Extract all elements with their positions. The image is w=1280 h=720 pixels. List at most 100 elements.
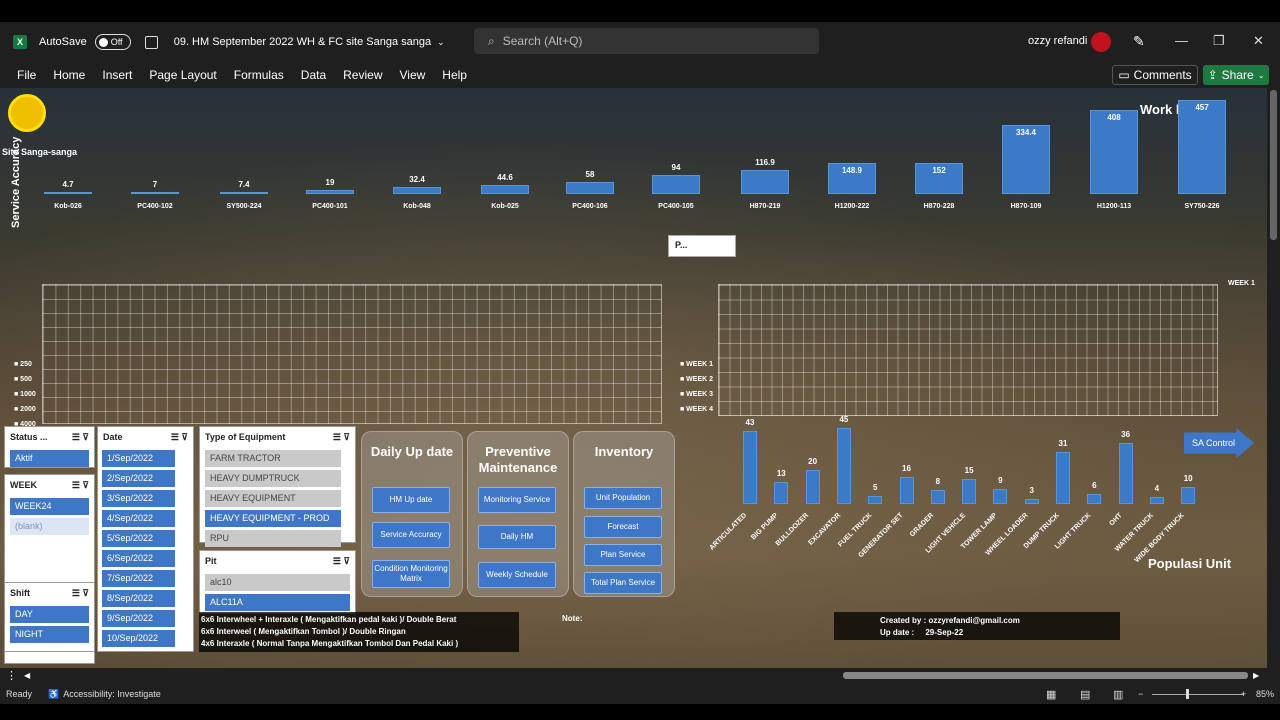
pen-icon[interactable]: ✎ [1133, 33, 1145, 50]
date-slicer[interactable]: Date ☰ ⊽ 1/Sep/2022 2/Sep/2022 3/Sep/2022 4/… [97, 426, 194, 652]
work-hours-category: Kob-025 [491, 203, 519, 210]
slicer-item[interactable]: NIGHT [10, 626, 89, 643]
populasi-bar [993, 488, 1008, 504]
filter-icon[interactable]: ☰ ⊽ [333, 556, 350, 567]
slicer-item[interactable]: 1/Sep/2022 [102, 450, 175, 467]
work-hours-bar [741, 169, 789, 194]
slicer-item[interactable]: WEEK24 [10, 498, 89, 515]
menu-file[interactable]: File [17, 68, 36, 82]
monitoring-service-button[interactable]: Monitoring Service [478, 487, 556, 513]
slicer-item[interactable]: HEAVY EQUIPMENT [205, 490, 341, 507]
autosave-label: AutoSave [39, 36, 87, 48]
populasi-bar [868, 495, 883, 504]
page-break-icon[interactable]: ▥ [1113, 688, 1123, 701]
scroll-thumb[interactable] [843, 672, 1248, 679]
slicer-item[interactable]: DAY [10, 606, 89, 623]
restore-icon[interactable]: ❐ [1213, 33, 1225, 49]
filter-icon[interactable]: ☰ ⊽ [72, 432, 89, 443]
zoom-in-icon[interactable]: + [1241, 689, 1246, 699]
slicer-item[interactable]: 5/Sep/2022 [102, 530, 175, 547]
weekly-schedule-button[interactable]: Weekly Schedule [478, 562, 556, 588]
type-slicer-header: Type of Equipment ☰ ⊽ [200, 427, 355, 447]
autosave-toggle[interactable]: Off [94, 34, 131, 50]
populasi-bar [930, 490, 945, 504]
work-hours-bar [306, 190, 354, 194]
save-icon[interactable] [144, 35, 158, 49]
pit-slicer[interactable]: Pit ☰ ⊽ alc10 ALC11A [199, 550, 356, 614]
zoom-level[interactable]: 85% [1256, 689, 1274, 699]
slicer-item[interactable]: Aktif [10, 450, 89, 467]
slicer-item[interactable]: alc10 [205, 574, 350, 591]
sa-row-label: ■ 250 [14, 361, 32, 368]
shift-slicer[interactable]: Shift ☰ ⊽ DAY NIGHT [4, 582, 95, 652]
minimize-icon[interactable]: — [1175, 33, 1188, 48]
up-date-label: Up date : [880, 628, 915, 637]
slicer-item[interactable]: 2/Sep/2022 [102, 470, 175, 487]
menu-review[interactable]: Review [343, 68, 382, 82]
zoom-slider[interactable] [1152, 694, 1244, 695]
user-name[interactable]: ozzy refandi [1028, 35, 1087, 47]
service-accuracy-button[interactable]: Service Accuracy [372, 522, 450, 548]
menu-page-layout[interactable]: Page Layout [149, 68, 216, 82]
scroll-right-icon[interactable]: ▶ [1253, 671, 1259, 680]
page-layout-icon[interactable]: ▤ [1080, 688, 1090, 701]
normal-view-icon[interactable]: ▦ [1046, 688, 1056, 701]
dashboard-sheet[interactable]: Site Sanga-sanga Work hours 4.7 Kob-026 7 P… [0, 88, 1267, 668]
search-box[interactable]: ⌕ Search (Alt+Q) [474, 28, 819, 54]
slicer-item[interactable]: 7/Sep/2022 [102, 570, 175, 587]
slicer-item[interactable]: RPU [205, 530, 341, 547]
scroll-left-icon[interactable]: ◀ [24, 671, 30, 680]
menu-home[interactable]: Home [53, 68, 85, 82]
filter-icon[interactable]: ☰ ⊽ [72, 588, 89, 599]
slicer-item[interactable]: 6/Sep/2022 [102, 550, 175, 567]
menu-help[interactable]: Help [442, 68, 467, 82]
forecast-button[interactable]: Forecast [584, 516, 662, 538]
accessibility-status[interactable]: Accessibility: Investigate [63, 689, 161, 699]
share-button[interactable]: ⇪ Share ⌄ [1203, 65, 1269, 85]
slicer-item[interactable]: 9/Sep/2022 [102, 610, 175, 627]
plan-service-button[interactable]: Plan Service [584, 544, 662, 566]
menu-insert[interactable]: Insert [102, 68, 132, 82]
work-hours-bar [393, 187, 441, 194]
slicer-item[interactable]: HEAVY DUMPTRUCK [205, 470, 341, 487]
more-options-icon[interactable]: ⋮ [6, 669, 17, 682]
slicer-item[interactable]: 8/Sep/2022 [102, 590, 175, 607]
slicer-item[interactable]: ALC11A [205, 594, 350, 611]
condition-monitoring-button[interactable]: Condition Monitoring Matrix [372, 560, 450, 588]
filter-icon[interactable]: ☰ ⊽ [171, 432, 188, 443]
menu-formulas[interactable]: Formulas [234, 68, 284, 82]
slicer-item[interactable]: (blank) [10, 518, 89, 535]
daily-hm-button[interactable]: Daily HM [478, 525, 556, 549]
zoom-out-icon[interactable]: − [1138, 689, 1143, 699]
work-hours-category: H870-109 [1010, 203, 1042, 210]
close-icon[interactable]: ✕ [1253, 33, 1264, 49]
vertical-scrollbar[interactable] [1267, 88, 1280, 668]
chevron-down-icon: ⌄ [1257, 70, 1265, 80]
slicer-item[interactable]: 4/Sep/2022 [102, 510, 175, 527]
status-slicer[interactable]: Status ... ☰ ⊽ Aktif [4, 426, 95, 468]
scroll-thumb[interactable] [1270, 90, 1277, 240]
menu-data[interactable]: Data [301, 68, 326, 82]
file-name[interactable]: 09. HM September 2022 WH & FC site Sanga… [174, 36, 431, 48]
pivot-filter-button[interactable]: P... [668, 235, 736, 257]
slicer-item[interactable]: HEAVY EQUIPMENT - PROD [205, 510, 341, 527]
horizontal-scrollbar[interactable]: ⋮ ◀ ▶ [0, 668, 1280, 684]
populasi-value: 31 [1058, 438, 1068, 448]
hm-update-button[interactable]: HM Up date [372, 487, 450, 513]
slicer-item[interactable]: 10/Sep/2022 [102, 630, 175, 647]
filter-icon[interactable]: ☰ ⊽ [72, 480, 89, 491]
search-input[interactable]: Search (Alt+Q) [503, 34, 583, 48]
comments-button[interactable]: ▭ Comments [1112, 65, 1198, 85]
slicer-item[interactable]: FARM TRACTOR [205, 450, 341, 467]
slicer-item[interactable]: 3/Sep/2022 [102, 490, 175, 507]
populasi-bar [805, 470, 820, 504]
filter-icon[interactable]: ☰ ⊽ [333, 432, 350, 443]
chevron-down-icon[interactable]: ⌄ [437, 37, 445, 48]
zoom-slider-thumb[interactable] [1186, 689, 1189, 699]
avatar[interactable] [1091, 32, 1111, 52]
unit-population-button[interactable]: Unit Population [584, 487, 662, 509]
total-plan-service-button[interactable]: Total Plan Service [584, 572, 662, 594]
menu-view[interactable]: View [400, 68, 426, 82]
type-slicer[interactable]: Type of Equipment ☰ ⊽ FARM TRACTOR HEAVY D… [199, 426, 356, 547]
populasi-bar [1149, 497, 1164, 504]
